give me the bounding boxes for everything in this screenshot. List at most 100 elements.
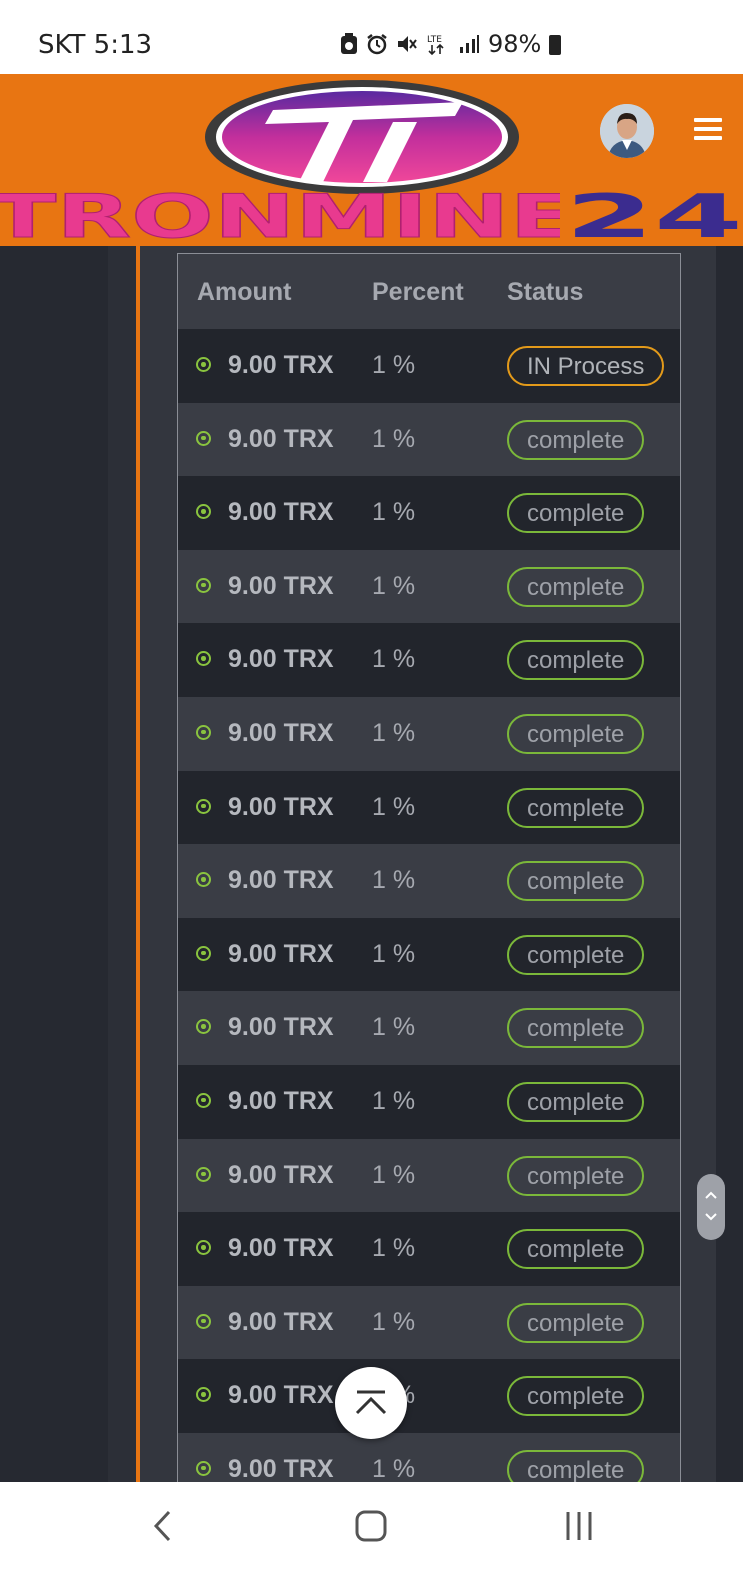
status-badge: complete: [507, 1449, 645, 1483]
radio-dot-icon: [196, 430, 211, 446]
status-badge: complete: [507, 787, 645, 828]
brand-number: 24: [565, 192, 743, 246]
amount-cell: 9.00 TRX: [228, 645, 334, 674]
mute-icon: [398, 36, 417, 52]
radio-dot-icon: [196, 724, 211, 740]
radio-dot-icon: [196, 945, 211, 961]
sidebar-gutter: [108, 246, 136, 1482]
battery-text: 98%: [488, 30, 542, 58]
amount-cell: 9.00 TRX: [228, 1234, 334, 1263]
left-sidebar: [0, 246, 108, 1482]
status-badge: complete: [507, 493, 645, 534]
percent-cell: 1 %: [372, 718, 416, 747]
recents-icon[interactable]: [559, 1506, 599, 1546]
scroll-to-top-button[interactable]: [335, 1367, 407, 1439]
signal-icon: [460, 35, 479, 53]
lte-icon: LTE: [427, 35, 444, 56]
status-badge: complete: [507, 713, 645, 754]
radio-dot-icon: [196, 1019, 211, 1035]
status-icons: LTE 98%: [340, 30, 562, 58]
tronmine-logo[interactable]: [203, 78, 521, 196]
amount-cell: 9.00 TRX: [228, 1307, 334, 1336]
scrollbar-handle[interactable]: [697, 1174, 725, 1240]
table-row: 9.00 TRX 1 % complete: [178, 991, 680, 1065]
table-header: Amount Percent Status: [178, 254, 680, 329]
battery-icon: [549, 35, 562, 55]
amount-cell: 9.00 TRX: [228, 571, 334, 600]
chevron-up-bar-icon: [355, 1390, 387, 1415]
percent-cell: 1 %: [372, 1234, 416, 1263]
status-badge: complete: [507, 1081, 645, 1122]
amount-cell: 9.00 TRX: [228, 1013, 334, 1042]
status-badge: IN Process: [507, 346, 665, 386]
amount-cell: 9.00 TRX: [228, 1381, 334, 1410]
hamburger-menu-icon[interactable]: [694, 118, 722, 140]
status-badge: complete: [507, 861, 645, 902]
radio-dot-icon: [196, 577, 211, 593]
amount-cell: 9.00 TRX: [228, 939, 334, 968]
status-bar: SKT 5:13 LTE 98%: [0, 0, 743, 74]
chevron-down-icon: [705, 1213, 717, 1221]
right-gutter: [716, 246, 743, 1482]
percent-cell: 1 %: [372, 1454, 416, 1483]
status-badge: complete: [507, 1008, 645, 1049]
column-header-amount: Amount: [197, 278, 292, 306]
avatar[interactable]: [600, 104, 654, 158]
percent-cell: 1 %: [372, 571, 416, 600]
table-row: 9.00 TRX 1 % complete: [178, 770, 680, 845]
table-row: 9.00 TRX 1 % complete: [178, 623, 680, 697]
amount-cell: 9.00 TRX: [228, 1454, 334, 1483]
radio-dot-icon: [196, 651, 211, 667]
table-body: 9.00 TRX 1 % IN Process 9.00 TRX 1 % complete…: [178, 329, 680, 1483]
table-row: 9.00 TRX1 %complete: [178, 1138, 680, 1213]
system-nav-bar: [0, 1482, 743, 1569]
radio-dot-icon: [196, 872, 211, 888]
percent-cell: 1 %: [372, 1013, 416, 1042]
percent-cell: 1 %: [372, 351, 416, 379]
carrier-time: SKT 5:13: [38, 30, 153, 60]
svg-text:LTE: LTE: [427, 35, 442, 45]
amount-cell: 9.00 TRX: [228, 718, 334, 747]
percent-cell: 1 %: [372, 645, 416, 674]
status-badge: complete: [507, 1302, 645, 1343]
status-badge: complete: [507, 1229, 645, 1270]
status-badge: complete: [507, 640, 645, 681]
status-badge: complete: [507, 419, 645, 460]
radio-dot-icon: [196, 1166, 211, 1182]
amount-cell: 9.00 TRX: [228, 351, 334, 379]
table-row: 9.00 TRX1 %complete: [178, 1359, 680, 1433]
home-icon[interactable]: [351, 1506, 391, 1546]
column-header-percent: Percent: [372, 278, 464, 306]
brand-banner: TRONMINE 24 24: [0, 192, 743, 246]
amount-cell: 9.00 TRX: [228, 866, 334, 895]
amount-cell: 9.00 TRX: [228, 792, 334, 821]
back-icon[interactable]: [143, 1506, 183, 1546]
amount-cell: 9.00 TRX: [228, 424, 334, 453]
site-header: TRONMINE 24 24: [0, 74, 743, 246]
table-row: 9.00 TRX 1 % IN Process: [178, 329, 680, 403]
radio-dot-icon: [196, 1240, 211, 1256]
table-row: 9.00 TRX 1 % complete: [178, 696, 680, 771]
alarm-icon: [367, 34, 387, 55]
table-row: 9.00 TRX 1 % complete: [178, 844, 680, 918]
radio-dot-icon: [196, 1460, 211, 1476]
percent-cell: 1 %: [372, 792, 416, 821]
radio-dot-icon: [196, 504, 211, 520]
status-badge: complete: [507, 566, 645, 607]
column-header-status: Status: [507, 278, 584, 306]
amount-cell: 9.00 TRX: [228, 1086, 334, 1115]
user-avatar-image: [600, 104, 654, 158]
percent-cell: 1 %: [372, 1160, 416, 1189]
percent-cell: 1 %: [372, 939, 416, 968]
percent-cell: 1 %: [372, 866, 416, 895]
camera-badge-icon: [341, 33, 357, 54]
radio-dot-icon: [196, 1313, 211, 1329]
radio-dot-icon: [196, 798, 211, 814]
radio-dot-icon: [196, 1092, 211, 1108]
transactions-table: Amount Percent Status 9.00 TRX 1 % IN Proc…: [177, 253, 681, 1483]
table-row: 9.00 TRX 1 % complete: [178, 1432, 680, 1483]
percent-cell: 1 %: [372, 498, 416, 527]
table-row: 9.00 TRX 1 % complete: [178, 1212, 680, 1286]
scroll-handle-chevrons: [705, 1191, 717, 1221]
radio-dot-icon: [196, 357, 211, 372]
